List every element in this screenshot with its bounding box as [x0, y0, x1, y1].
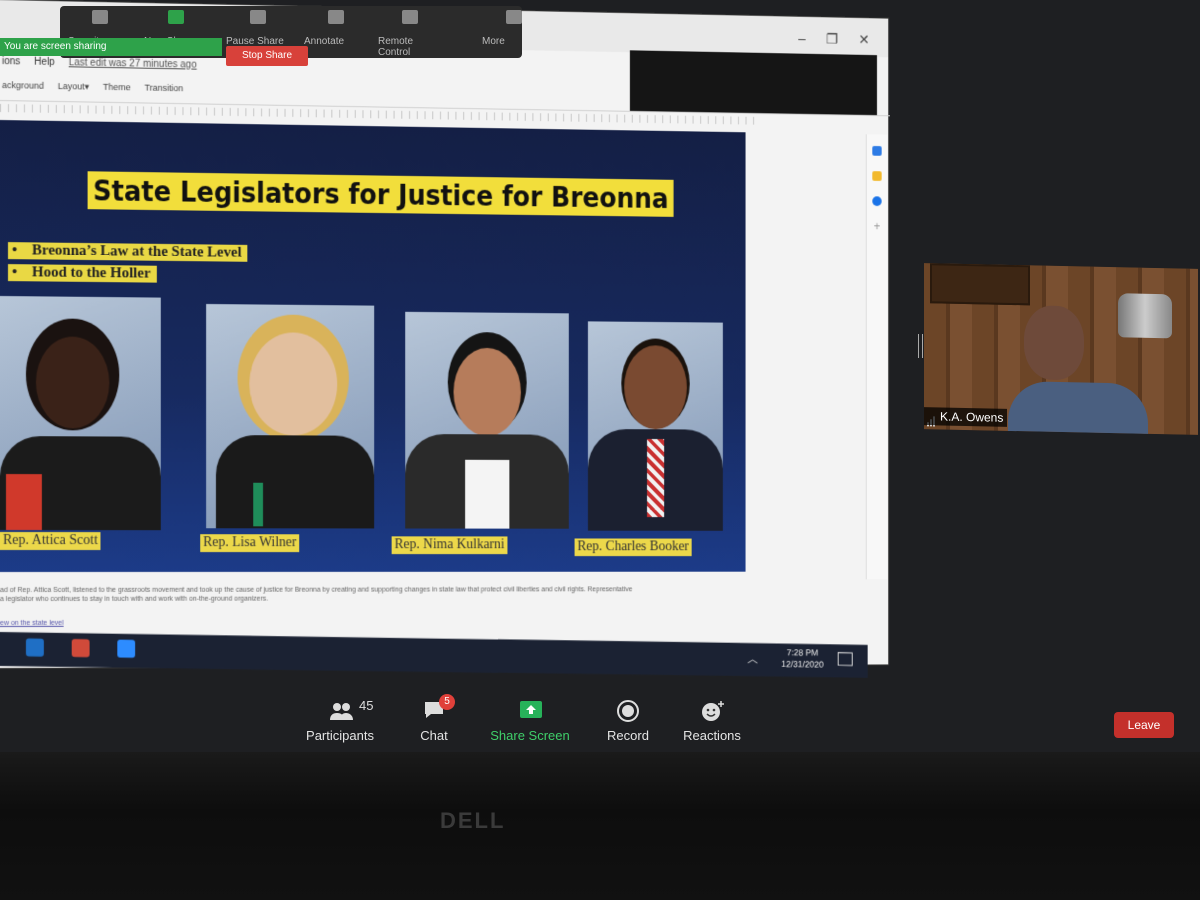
share-screen-label: Share Screen	[490, 728, 570, 743]
tasks-icon[interactable]	[872, 196, 882, 207]
remote-control-button[interactable]: Remote Control	[374, 6, 448, 58]
menu-extensions[interactable]: ions	[2, 56, 20, 74]
taskbar-clock[interactable]: 7:28 PM 12/31/2020	[781, 646, 823, 670]
participants-button[interactable]: 45 Participants	[292, 698, 388, 743]
pause-icon	[250, 10, 266, 24]
window-controls: – ❐ ✕	[798, 30, 869, 48]
background-button[interactable]: ackground	[2, 80, 44, 101]
transition-button[interactable]: Transition	[145, 83, 184, 104]
monitor-brand-logo: DELL	[440, 808, 506, 833]
screen-sharing-indicator[interactable]: You are screen sharing	[0, 38, 222, 56]
last-edit-link[interactable]: Last edit was 27 minutes ago	[69, 57, 197, 77]
legislator-photo-attica-scott	[0, 296, 161, 531]
legislator-caption: Rep. Attica Scott	[0, 532, 101, 551]
share-screen-icon	[519, 700, 542, 722]
plus-icon[interactable]: +	[872, 220, 881, 234]
legislator-photo-charles-booker	[587, 321, 723, 531]
slide-canvas: State Legislators for Justice for Breonn…	[0, 120, 746, 572]
minimize-button[interactable]: –	[798, 30, 805, 47]
bullet-dot-icon: •	[11, 264, 18, 281]
reactions-icon	[701, 700, 724, 722]
menu-help[interactable]: Help	[34, 57, 54, 75]
record-button[interactable]: Record	[580, 700, 676, 743]
reactions-button[interactable]: Reactions	[664, 700, 760, 743]
legislator-photo-nima-kulkarni	[405, 311, 569, 529]
maximize-button[interactable]: ❐	[826, 31, 838, 48]
windows-taskbar: ︿ 7:28 PM 12/31/2020	[0, 632, 868, 678]
ellipsis-icon	[506, 10, 522, 24]
clock-time: 7:28 PM	[786, 647, 819, 658]
record-label: Record	[607, 728, 649, 743]
app-icon[interactable]	[71, 639, 90, 658]
speaker-notes[interactable]: ad of Rep. Attica Scott, listened to the…	[0, 585, 795, 604]
calendar-icon[interactable]	[872, 145, 882, 156]
toolbar-label: More	[482, 36, 505, 47]
keep-icon[interactable]	[872, 171, 882, 181]
chat-badge: 5	[439, 694, 455, 710]
outlook-icon[interactable]	[25, 638, 44, 657]
clock-date: 12/31/2020	[781, 659, 824, 670]
slide-bullet: • Hood to the Holler	[7, 264, 157, 283]
participants-icon: 45	[329, 698, 373, 722]
bullet-text: Hood to the Holler	[31, 264, 151, 282]
more-button[interactable]: More	[478, 6, 552, 58]
legislator-photo-lisa-wilner	[206, 303, 375, 529]
layout-button[interactable]: Layout▾	[58, 81, 89, 101]
chat-icon: 5	[423, 694, 455, 722]
participant-video-tile[interactable]: K.A. Owens	[924, 263, 1198, 435]
leave-button[interactable]: Leave	[1114, 712, 1174, 738]
bullet-text: Breonna’s Law at the State Level	[31, 242, 242, 261]
resize-handle[interactable]	[918, 334, 923, 358]
chat-label: Chat	[420, 728, 448, 743]
redaction-box	[629, 50, 877, 116]
participants-label: Participants	[306, 728, 374, 743]
monitor-screen: – ❐ ✕ ions Help Last edit was 27 minutes…	[0, 0, 1200, 760]
share-screen-button[interactable]: Share Screen	[482, 700, 578, 743]
toolbar-label: Annotate	[304, 36, 345, 47]
participant-head	[1024, 305, 1084, 381]
speaker-notes-link[interactable]: ew on the state level	[0, 620, 64, 627]
speaker-notes-line: a legislator who continues to stay in to…	[0, 595, 269, 603]
tray-expand-icon[interactable]: ︿	[747, 651, 757, 667]
mouse-icon	[402, 10, 418, 24]
annotate-button[interactable]: Annotate	[300, 6, 374, 58]
close-button[interactable]: ✕	[859, 32, 870, 49]
participant-name: K.A. Owens	[924, 407, 1008, 427]
side-panel: +	[865, 134, 888, 580]
zoom-icon[interactable]	[117, 639, 136, 658]
shield-icon	[92, 10, 108, 24]
chat-button[interactable]: 5 Chat	[386, 694, 482, 743]
monitor-bezel: DELL	[0, 752, 1200, 900]
legislator-caption: Rep. Lisa Wilner	[200, 534, 300, 553]
meeting-controls: 45 Participants 5 Chat Share Screen Reco…	[0, 690, 1200, 752]
shared-presentation-window: – ❐ ✕ ions Help Last edit was 27 minutes…	[0, 0, 891, 678]
reactions-label: Reactions	[683, 728, 741, 743]
participants-count: 45	[359, 698, 374, 713]
pen-icon	[328, 10, 344, 24]
participant-body	[1008, 380, 1148, 435]
bullet-dot-icon: •	[11, 242, 18, 259]
legislator-caption: Rep. Charles Booker	[574, 538, 692, 557]
slide-bullet: • Breonna’s Law at the State Level	[7, 242, 248, 262]
slide-title: State Legislators for Justice for Breonn…	[87, 171, 674, 217]
toolbar-label: Remote Control	[378, 36, 414, 58]
legislator-caption: Rep. Nima Kulkarni	[391, 536, 508, 555]
share-icon	[168, 10, 184, 24]
stop-share-button[interactable]: Stop Share	[226, 46, 308, 66]
theme-button[interactable]: Theme	[103, 82, 131, 102]
notification-icon[interactable]	[837, 652, 853, 666]
record-icon	[617, 700, 639, 722]
